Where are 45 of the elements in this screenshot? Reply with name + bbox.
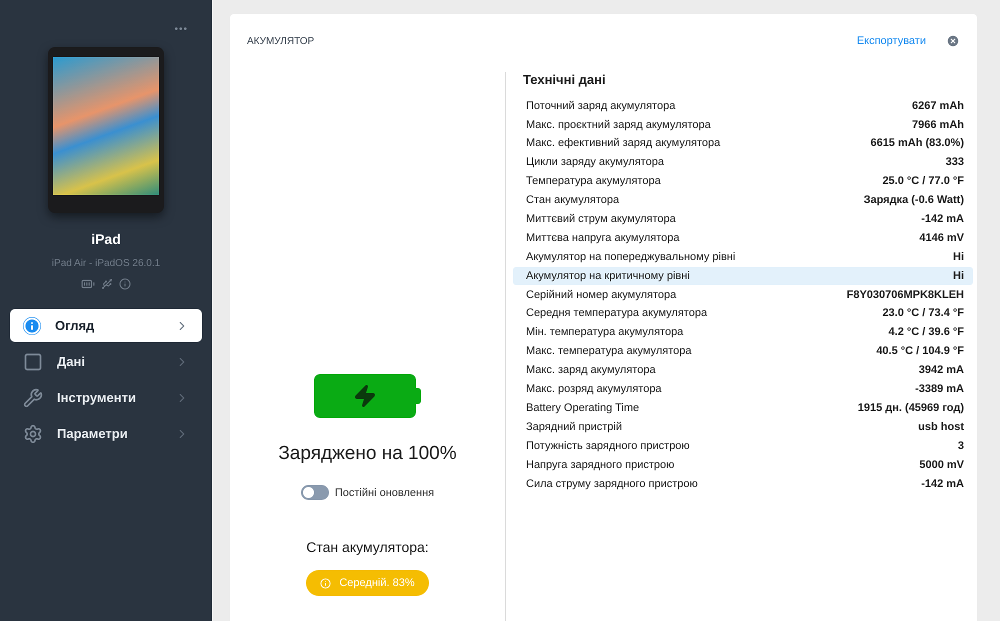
charge-caption: Заряджено на 100% xyxy=(278,442,457,466)
spec-row[interactable]: Battery Operating Time 1915 дн. (45969 год) xyxy=(513,398,973,418)
spec-row[interactable]: Миттєва напруга акумулятора 4146 mV xyxy=(513,228,973,248)
spec-row[interactable]: Акумулятор на попереджувальному рівні Ні xyxy=(513,248,973,267)
info-icon xyxy=(320,578,332,588)
gear-icon xyxy=(23,424,43,444)
nav-item[interactable]: Огляд xyxy=(10,309,202,342)
nav-item[interactable]: Дані xyxy=(10,345,202,378)
more-button[interactable]: ••• xyxy=(174,22,188,37)
square-icon xyxy=(23,352,43,372)
spec-row[interactable]: Серійний номер акумулятора F8Y030706MPK8KLEH xyxy=(513,285,973,304)
spec-row[interactable]: Макс. ефективний заряд акумулятора 6615 mAh (83.0%) xyxy=(513,134,973,154)
device-subtitle: iPad Air - iPadOS 26.0.1 xyxy=(52,257,160,271)
wrench-icon xyxy=(23,388,43,408)
toggle-label: Постійні оновлення xyxy=(334,486,434,500)
spec-row[interactable]: Напруга зарядного пристрою 5000 mV xyxy=(513,455,973,474)
spec-row[interactable]: Середня температура акумулятора 23.0 °C / 73.4 °F xyxy=(513,304,973,324)
device-name: iPad xyxy=(91,230,121,249)
info-icon xyxy=(23,316,41,334)
spec-row[interactable]: Зарядний пристрій usb host xyxy=(513,418,973,437)
toggle-switch[interactable] xyxy=(300,485,329,500)
spec-row[interactable]: Макс. температура акумулятора 40.5 °C / 104.9 °F xyxy=(513,342,973,361)
spec-row[interactable]: Поточний заряд акумулятора 6267 mAh xyxy=(513,96,973,116)
close-icon[interactable] xyxy=(946,34,960,48)
info-icon xyxy=(119,278,131,290)
spec-row[interactable]: Акумулятор на критичному рівні Ні xyxy=(513,266,973,286)
usb-icon xyxy=(101,278,113,290)
spec-row[interactable]: Мін. температура акумулятора 4.2 °C / 39.6 °F xyxy=(513,323,973,342)
spec-row[interactable]: Макс. заряд акумулятора 3942 mA xyxy=(513,360,973,380)
spec-row[interactable]: Потужність зарядного пристрою 3 xyxy=(513,436,973,456)
spec-row[interactable]: Сила струму зарядного пристрою -142 mA xyxy=(513,474,973,494)
health-badge: Середній. 83% xyxy=(306,570,429,596)
nav-item[interactable]: Інструменти xyxy=(10,381,202,414)
spec-row[interactable]: Цикли заряду акумулятора 333 xyxy=(513,153,973,172)
specs-title: Технічні дані xyxy=(522,71,607,89)
spec-row[interactable]: Макс. розряд акумулятора -3389 mA xyxy=(513,380,973,399)
health-label: Стан акумулятора: xyxy=(306,538,429,557)
spec-row[interactable]: Температура акумулятора 25.0 °C / 77.0 °F xyxy=(513,172,973,191)
battery-icon xyxy=(314,374,421,418)
spec-row[interactable]: Стан акумулятора Зарядка (-0.6 Watt) xyxy=(513,190,973,210)
battery-icon xyxy=(81,277,95,291)
panel-title: АКУМУЛЯТОР xyxy=(247,34,316,48)
nav-item[interactable]: Параметри xyxy=(10,417,202,450)
spec-row[interactable]: Миттєвий струм акумулятора -142 mA xyxy=(513,210,973,229)
spec-row[interactable]: Макс. проєктний заряд акумулятора 7966 mAh xyxy=(513,115,973,134)
